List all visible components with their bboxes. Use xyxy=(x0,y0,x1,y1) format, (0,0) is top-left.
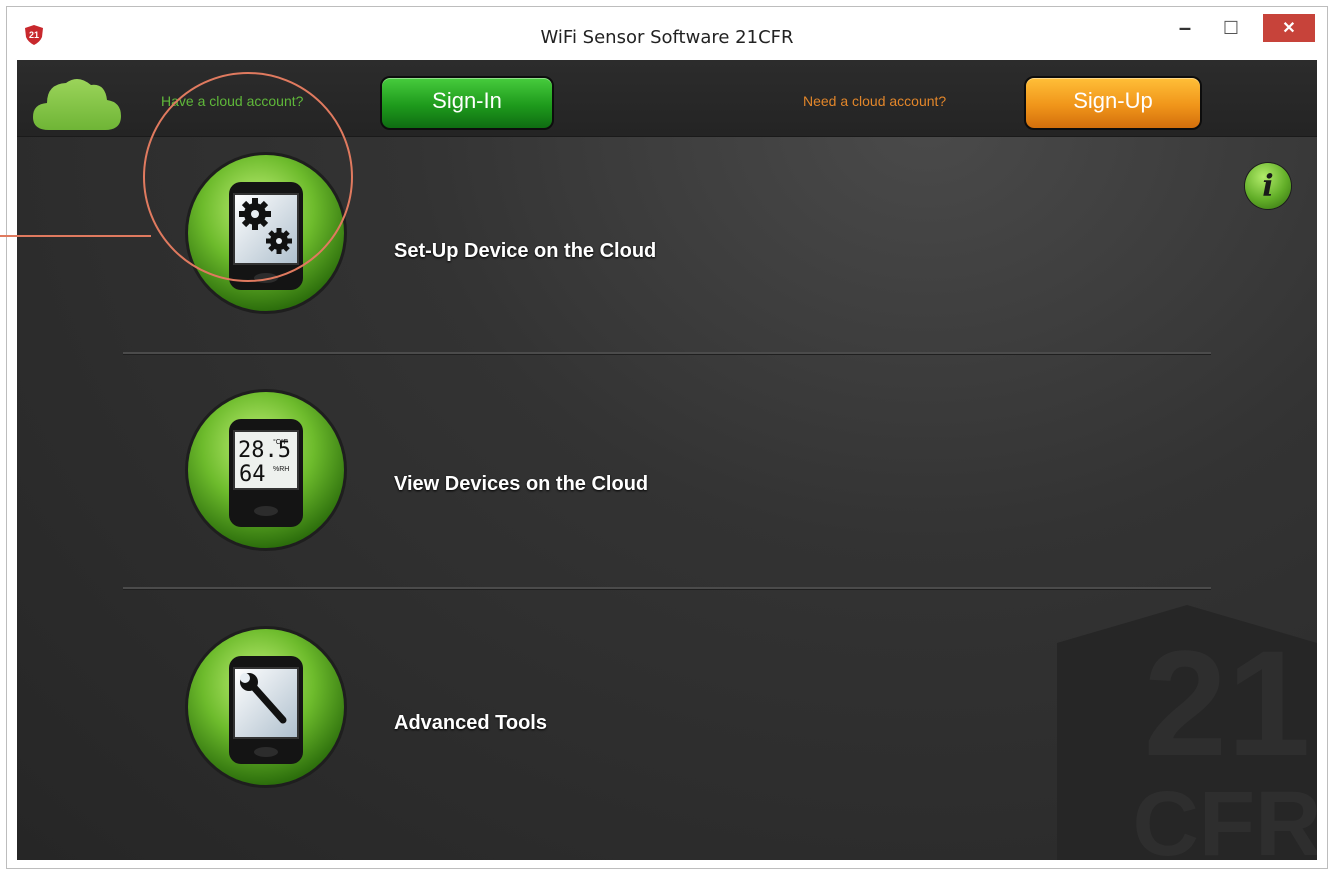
callout-line xyxy=(0,235,151,237)
close-button[interactable]: ✕ xyxy=(1263,14,1315,42)
svg-text:°C°F: °C°F xyxy=(273,438,288,446)
menu-item-advanced-tools[interactable]: Advanced Tools xyxy=(17,624,1317,824)
svg-text:%RH: %RH xyxy=(273,466,289,473)
minimize-button[interactable]: – xyxy=(1167,13,1203,43)
highlight-ring xyxy=(143,72,353,282)
minimize-icon: – xyxy=(1178,15,1192,40)
sign-in-button[interactable]: Sign-In xyxy=(380,76,554,130)
menu-label-advanced-tools: Advanced Tools xyxy=(394,712,547,734)
window-title: WiFi Sensor Software 21CFR xyxy=(540,27,794,48)
wrench-device-icon xyxy=(185,626,347,788)
close-icon: ✕ xyxy=(1282,20,1296,37)
divider xyxy=(123,352,1211,355)
maximize-icon: ☐ xyxy=(1222,17,1240,38)
need-account-label: Need a cloud account? xyxy=(803,93,947,109)
menu-item-view-devices[interactable]: 28.5 °C°F 64 %RH View Devices on the Clo… xyxy=(17,387,1317,587)
sign-up-button[interactable]: Sign-Up xyxy=(1024,76,1202,130)
menu-label-view-devices: View Devices on the Cloud xyxy=(394,473,649,495)
menu-label-setup-device: Set-Up Device on the Cloud xyxy=(394,240,657,262)
display-device-icon: 28.5 °C°F 64 %RH xyxy=(185,389,347,551)
maximize-button[interactable]: ☐ xyxy=(1213,13,1249,43)
cloud-icon xyxy=(33,78,121,130)
title-bar[interactable]: 21 WiFi Sensor Software 21CFR – ☐ ✕ xyxy=(7,7,1327,57)
svg-text:64: 64 xyxy=(239,462,266,487)
divider xyxy=(123,587,1211,590)
